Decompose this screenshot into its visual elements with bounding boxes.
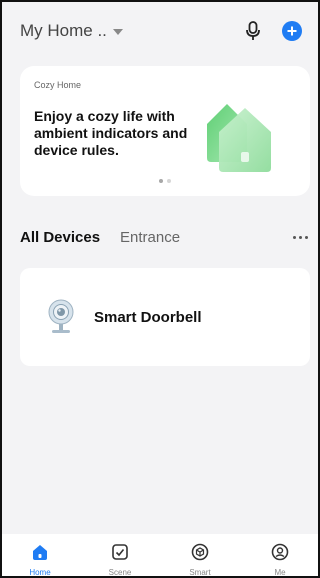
nav-item-me[interactable]: Me bbox=[240, 534, 320, 578]
promo-banner[interactable]: Cozy Home Enjoy a cozy life with ambient… bbox=[20, 66, 310, 196]
banner-headline: Enjoy a cozy life with ambient indicator… bbox=[34, 108, 188, 158]
banner-pagination bbox=[20, 179, 310, 183]
home-icon bbox=[30, 542, 50, 562]
top-bar: My Home .. bbox=[0, 0, 320, 62]
device-card-smart-doorbell[interactable]: Smart Doorbell bbox=[20, 268, 310, 366]
nav-label-home: Home bbox=[29, 568, 51, 577]
house-illustration-icon bbox=[207, 104, 271, 172]
pagination-dot bbox=[167, 179, 171, 183]
scene-check-icon bbox=[110, 542, 130, 562]
room-tabs: All Devices Entrance bbox=[20, 226, 310, 248]
caret-down-icon bbox=[112, 28, 123, 35]
nav-label-smart: Smart bbox=[189, 568, 211, 577]
microphone-icon[interactable] bbox=[246, 21, 260, 41]
home-selector[interactable]: My Home .. bbox=[20, 21, 123, 41]
home-title: My Home .. bbox=[20, 21, 107, 40]
nav-item-scene[interactable]: Scene bbox=[80, 534, 160, 578]
nav-label-me: Me bbox=[274, 568, 286, 577]
header-actions bbox=[246, 21, 302, 41]
profile-icon bbox=[270, 542, 290, 562]
nav-item-smart[interactable]: Smart bbox=[160, 534, 240, 578]
add-device-button[interactable] bbox=[282, 21, 302, 41]
nav-item-home[interactable]: Home bbox=[0, 534, 80, 578]
smart-cube-icon bbox=[190, 542, 210, 562]
banner-tag: Cozy Home bbox=[34, 80, 82, 90]
device-name: Smart Doorbell bbox=[94, 308, 202, 326]
tab-all-devices[interactable]: All Devices bbox=[20, 229, 100, 246]
doorbell-camera-icon bbox=[46, 298, 76, 336]
more-options-icon[interactable] bbox=[291, 232, 310, 243]
pagination-dot-active bbox=[159, 179, 163, 183]
bottom-navigation: Home Scene Smart Me bbox=[0, 534, 320, 578]
plus-icon bbox=[287, 26, 297, 36]
tab-entrance[interactable]: Entrance bbox=[120, 229, 180, 246]
nav-label-scene: Scene bbox=[108, 568, 132, 577]
